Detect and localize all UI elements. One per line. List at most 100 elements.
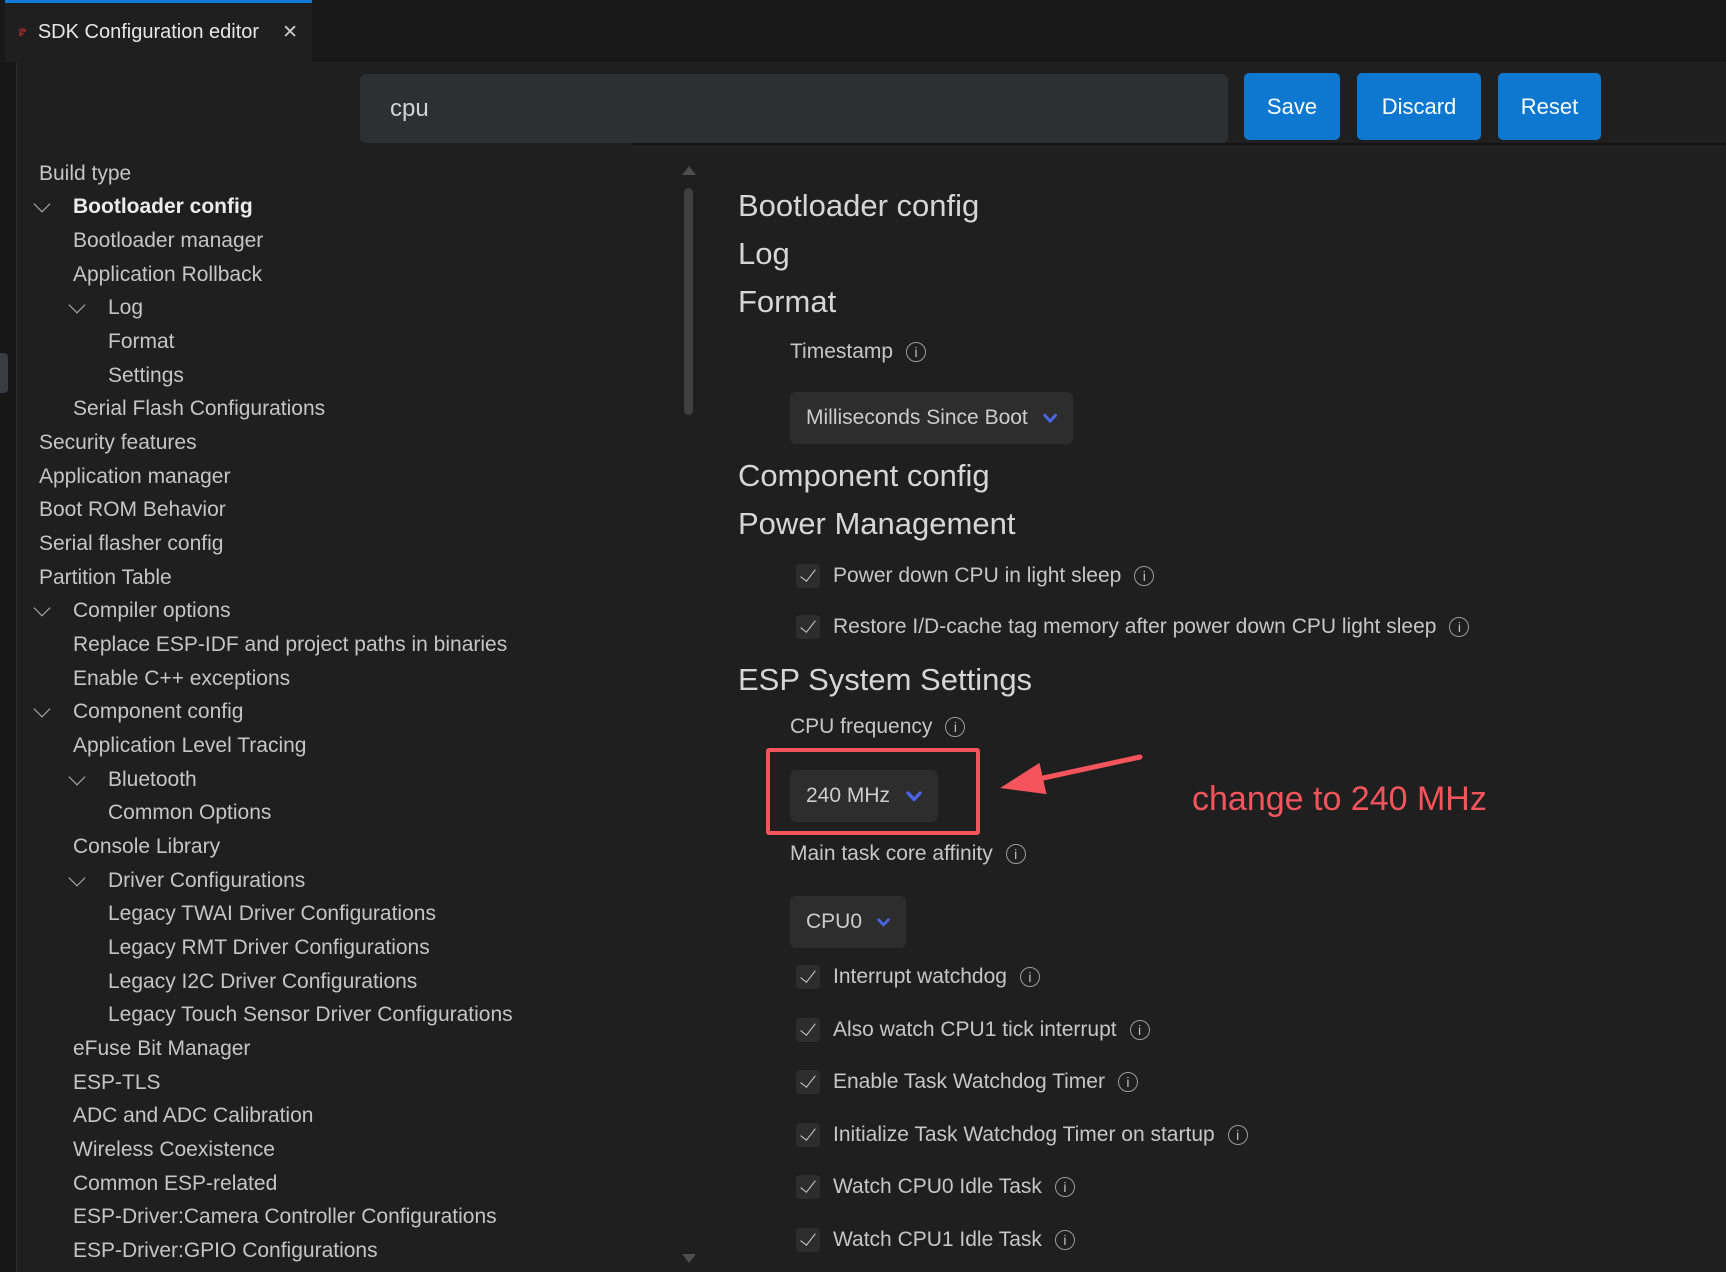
panel-scrollbar[interactable] (684, 188, 693, 415)
sidebar-item-legacy-twai-driver-configurations[interactable]: Legacy TWAI Driver Configurations (108, 900, 436, 928)
scroll-up-arrow-icon[interactable] (682, 166, 696, 175)
checkbox-label: Watch CPU0 Idle Task (833, 1175, 1042, 1199)
sidebar-item-label: Replace ESP-IDF and project paths in bin… (73, 633, 507, 657)
field-label-cpu-frequency: CPU frequencyi (790, 714, 965, 740)
sidebar-item-label: Wireless Coexistence (73, 1138, 275, 1162)
checkbox-power-down-cpu-in-light-sleep[interactable] (796, 564, 820, 588)
info-icon[interactable]: i (1006, 844, 1026, 864)
close-icon[interactable]: ✕ (282, 23, 298, 42)
window-left-edge (0, 62, 17, 1272)
cpu-frequency-dropdown[interactable]: 240 MHz (790, 770, 938, 822)
sidebar-item-partition-table[interactable]: Partition Table (39, 564, 172, 592)
sidebar-item-legacy-rmt-driver-configurations[interactable]: Legacy RMT Driver Configurations (108, 934, 430, 962)
info-icon[interactable]: i (1118, 1072, 1138, 1092)
sidebar-item-driver-configurations[interactable]: Driver Configurations (108, 867, 305, 895)
checkbox-label: Watch CPU1 Idle Task (833, 1228, 1042, 1252)
sidebar-item-bluetooth[interactable]: Bluetooth (108, 766, 197, 794)
info-icon[interactable]: i (945, 717, 965, 737)
sidebar-item-legacy-touch-sensor-driver-configurations[interactable]: Legacy Touch Sensor Driver Configuration… (108, 1001, 513, 1029)
tab-sdk-configuration-editor[interactable]: SDK Configuration editor ✕ (5, 0, 312, 62)
sidebar-item-adc-and-adc-calibration[interactable]: ADC and ADC Calibration (73, 1102, 313, 1130)
chevron-down-icon[interactable] (69, 297, 86, 314)
checkbox-watch-cpu1-idle-task[interactable] (796, 1228, 820, 1252)
info-icon[interactable]: i (1055, 1177, 1075, 1197)
sidebar-item-legacy-i2c-driver-configurations[interactable]: Legacy I2C Driver Configurations (108, 968, 417, 996)
sidebar-item-boot-rom-behavior[interactable]: Boot ROM Behavior (39, 496, 226, 524)
section-heading-format: Format (738, 284, 836, 320)
chevron-down-icon[interactable] (34, 600, 51, 617)
save-button[interactable]: Save (1244, 73, 1340, 140)
section-heading-log: Log (738, 236, 790, 272)
chevron-down-icon[interactable] (69, 870, 86, 887)
sidebar-item-settings[interactable]: Settings (108, 362, 184, 390)
sidebar-item-label: ESP-Driver:Camera Controller Configurati… (73, 1205, 497, 1229)
sidebar-item-efuse-bit-manager[interactable]: eFuse Bit Manager (73, 1035, 250, 1063)
sidebar-item-label: Format (108, 330, 175, 354)
checkbox-row: Initialize Task Watchdog Timer on startu… (796, 1121, 1248, 1149)
checkbox-interrupt-watchdog[interactable] (796, 965, 820, 989)
sidebar-item-log[interactable]: Log (108, 294, 143, 322)
checkbox-row: Interrupt watchdog i (796, 963, 1040, 991)
chevron-down-icon (1043, 413, 1057, 424)
info-icon[interactable]: i (1130, 1020, 1150, 1040)
sidebar-item-label: Bootloader config (73, 195, 253, 219)
checkbox-row: Enable Task Watchdog Timeri (796, 1068, 1138, 1096)
sidebar-item-application-level-tracing[interactable]: Application Level Tracing (73, 732, 306, 760)
discard-button[interactable]: Discard (1357, 73, 1481, 140)
info-icon[interactable]: i (1020, 967, 1040, 987)
sidebar-item-console-library[interactable]: Console Library (73, 833, 220, 861)
sidebar-item-common-esp-related[interactable]: Common ESP-related (73, 1170, 277, 1198)
chevron-down-icon[interactable] (34, 196, 51, 213)
checkbox-label: Initialize Task Watchdog Timer on startu… (833, 1123, 1215, 1147)
sidebar-item-label: Legacy I2C Driver Configurations (108, 970, 417, 994)
sidebar-item-common-options[interactable]: Common Options (108, 799, 271, 827)
tab-title: SDK Configuration editor (38, 21, 259, 44)
sidebar-item-label: Application manager (39, 465, 230, 489)
section-heading-bootloader-config: Bootloader config (738, 188, 979, 224)
log-timestamp-dropdown[interactable]: Milliseconds Since Boot (790, 392, 1073, 444)
sidebar-item-esp-tls[interactable]: ESP-TLS (73, 1069, 161, 1097)
sidebar-item-bootloader-manager[interactable]: Bootloader manager (73, 227, 263, 255)
main-task-core-affinity-dropdown[interactable]: CPU0 (790, 896, 906, 948)
sidebar-item-esp-driver-camera-controller-configurations[interactable]: ESP-Driver:Camera Controller Configurati… (73, 1203, 497, 1231)
sidebar-item-enable-c-exceptions[interactable]: Enable C++ exceptions (73, 665, 290, 693)
annotation-text: change to 240 MHz (1192, 780, 1487, 819)
sidebar-item-serial-flash-configurations[interactable]: Serial Flash Configurations (73, 395, 325, 423)
sidebar-item-build-type[interactable]: Build type (39, 160, 131, 188)
sidebar-item-serial-flasher-config[interactable]: Serial flasher config (39, 530, 223, 558)
section-heading-component-config: Component config (738, 458, 990, 494)
checkbox-row: Also watch CPU1 tick interrupt i (796, 1016, 1150, 1044)
field-label-text: Timestamp (790, 340, 893, 364)
checkbox-restore-i-d-cache-tag-memory-after-power-down-cpu-light-sleep[interactable] (796, 615, 820, 639)
info-icon[interactable]: i (1449, 617, 1469, 637)
sidebar-item-application-rollback[interactable]: Application Rollback (73, 261, 262, 289)
scroll-down-arrow-icon[interactable] (682, 1254, 696, 1263)
checkbox-watch-cpu0-idle-task[interactable] (796, 1175, 820, 1199)
checkbox-also-watch-cpu1-tick-interrupt[interactable] (796, 1018, 820, 1042)
checkbox-enable-task-watchdog-timer[interactable] (796, 1070, 820, 1094)
sidebar-item-label: Application Level Tracing (73, 734, 306, 758)
sidebar-item-security-features[interactable]: Security features (39, 429, 197, 457)
sidebar-item-label: eFuse Bit Manager (73, 1037, 250, 1061)
reset-button[interactable]: Reset (1498, 73, 1601, 140)
sidebar-item-compiler-options[interactable]: Compiler options (73, 597, 231, 625)
sidebar-item-esp-driver-gpio-configurations[interactable]: ESP-Driver:GPIO Configurations (73, 1237, 378, 1265)
chevron-down-icon[interactable] (34, 701, 51, 718)
chevron-down-icon[interactable] (69, 769, 86, 786)
search-input[interactable] (360, 74, 1228, 143)
sidebar-item-label: Enable C++ exceptions (73, 667, 290, 691)
checkbox-initialize-task-watchdog-timer-on-startup[interactable] (796, 1123, 820, 1147)
sidebar-item-bootloader-config[interactable]: Bootloader config (73, 193, 253, 221)
info-icon[interactable]: i (1228, 1125, 1248, 1145)
sidebar-item-component-config[interactable]: Component config (73, 698, 243, 726)
sidebar-item-application-manager[interactable]: Application manager (39, 463, 230, 491)
info-icon[interactable]: i (1134, 566, 1154, 586)
checkbox-label: Restore I/D-cache tag memory after power… (833, 615, 1436, 639)
sidebar-item-format[interactable]: Format (108, 328, 175, 356)
sidebar-item-wireless-coexistence[interactable]: Wireless Coexistence (73, 1136, 275, 1164)
checkbox-label: Also watch CPU1 tick interrupt (833, 1018, 1117, 1042)
info-icon[interactable]: i (906, 342, 926, 362)
checkbox-label: Interrupt watchdog (833, 965, 1007, 989)
info-icon[interactable]: i (1055, 1230, 1075, 1250)
sidebar-item-replace-esp-idf-and-project-paths-in-binaries[interactable]: Replace ESP-IDF and project paths in bin… (73, 631, 507, 659)
